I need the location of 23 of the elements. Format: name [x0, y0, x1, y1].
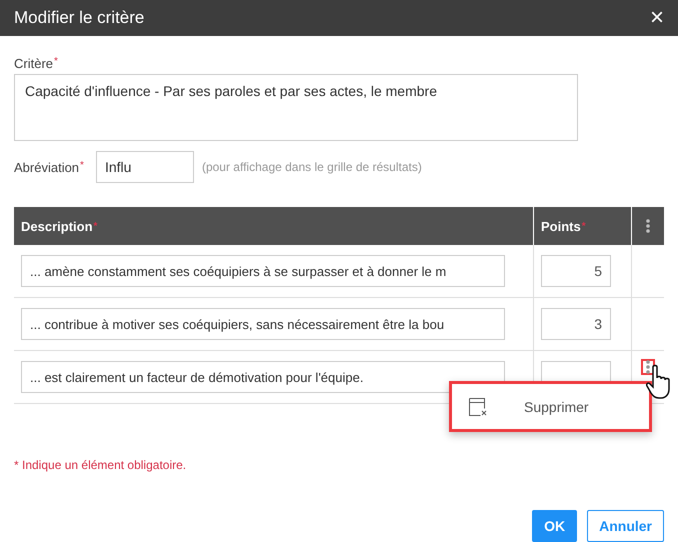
required-mark: *: [80, 160, 84, 170]
description-field[interactable]: ... contribue à motiver ses coéquipiers, sans nécessairement être la bou: [21, 308, 505, 340]
required-mark: *: [54, 56, 58, 67]
close-button[interactable]: ×: [648, 6, 666, 30]
description-field[interactable]: ... amène constamment ses coéquipiers à se surpasser et à donner le m: [21, 255, 505, 287]
abbreviation-label: Abréviation: [14, 160, 80, 174]
kebab-icon: [646, 219, 650, 233]
delete-menu-item[interactable]: Supprimer: [524, 398, 589, 414]
points-field[interactable]: 5: [541, 255, 611, 287]
criterion-label: Critère: [14, 56, 54, 71]
hint-text: (pour affichage dans le grille de résultats): [202, 160, 422, 174]
required-mark: *: [94, 220, 98, 232]
points-field[interactable]: 3: [541, 308, 611, 340]
dialog-title: Modifier le critère: [14, 8, 144, 28]
criterion-field[interactable]: Capacité d'influence - Par ses paroles et par ses actes, le membre: [14, 74, 578, 141]
description-field[interactable]: ... est clairement un facteur de démotivation pour l'équipe.: [21, 361, 505, 393]
column-header: Points: [541, 218, 581, 234]
delete-table-icon: [468, 396, 488, 416]
required-mark: *: [582, 220, 586, 232]
abbreviation-field[interactable]: Influ: [96, 151, 194, 183]
kebab-icon: [646, 360, 650, 374]
required-note: * Indique un élément obligatoire.: [14, 458, 188, 472]
column-header: Description: [21, 218, 93, 234]
